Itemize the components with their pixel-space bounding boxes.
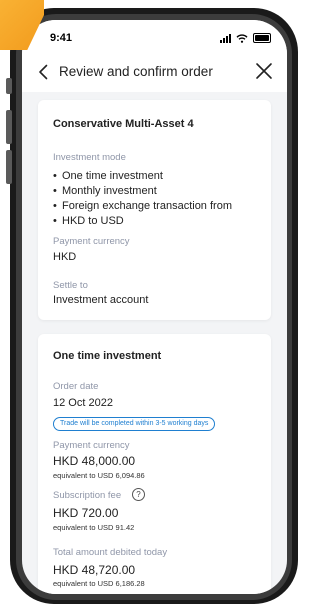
subscription-fee-label: Subscription fee [53,490,122,501]
order-date-value: 12 Oct 2022 [53,397,113,409]
total-debited-value: HKD 48,720.00 [53,563,136,577]
fund-summary-card: Conservative Multi-Asset 4 Investment mo… [38,100,271,320]
investment-mode-list: One time investment Monthly investment F… [53,169,232,229]
close-icon[interactable] [253,60,275,82]
battery-icon [253,33,271,43]
total-debited-label: Total amount debited today [53,547,168,558]
signal-icon [220,33,231,43]
one-time-investment-card: One time investment Order date 12 Oct 20… [38,334,271,594]
list-item: Monthly investment [53,184,232,199]
total-debited-equivalent: equivalent to USD 6,186.28 [53,579,145,588]
payment-currency-value: HKD [53,251,77,263]
volume-down-button [6,150,12,184]
status-icons [220,33,271,43]
wifi-icon [236,33,248,43]
volume-up-button [6,110,12,144]
status-bar: 9:41 [22,20,287,54]
page-header: Review and confirm order [22,54,287,92]
fund-name: Conservative Multi-Asset 4 [53,118,194,130]
status-time: 9:41 [50,32,73,44]
phone-screen: 9:41 Review and confirm order Conservati… [22,20,287,594]
section-title: One time investment [53,350,162,362]
payment-amount: HKD 48,000.00 [53,454,136,468]
help-icon[interactable]: ? [132,488,145,501]
list-item: HKD to USD [53,214,232,229]
payment-equivalent: equivalent to USD 6,094.86 [53,471,145,480]
payment-currency-label: Payment currency [53,236,130,247]
list-item: One time investment [53,169,232,184]
subscription-fee-value: HKD 720.00 [53,506,119,520]
payment-currency-label: Payment currency [53,440,130,451]
back-arrow-icon[interactable] [34,62,54,82]
completion-notice-badge: Trade will be completed within 3-5 worki… [53,417,216,431]
list-item: Foreign exchange transaction from [53,199,232,214]
investment-mode-label: Investment mode [53,152,126,163]
mute-switch [6,78,12,94]
settle-to-value: Investment account [53,294,149,306]
settle-to-label: Settle to [53,280,88,291]
page-title: Review and confirm order [59,64,213,79]
subscription-fee-equivalent: equivalent to USD 91.42 [53,523,135,532]
order-date-label: Order date [53,381,99,392]
